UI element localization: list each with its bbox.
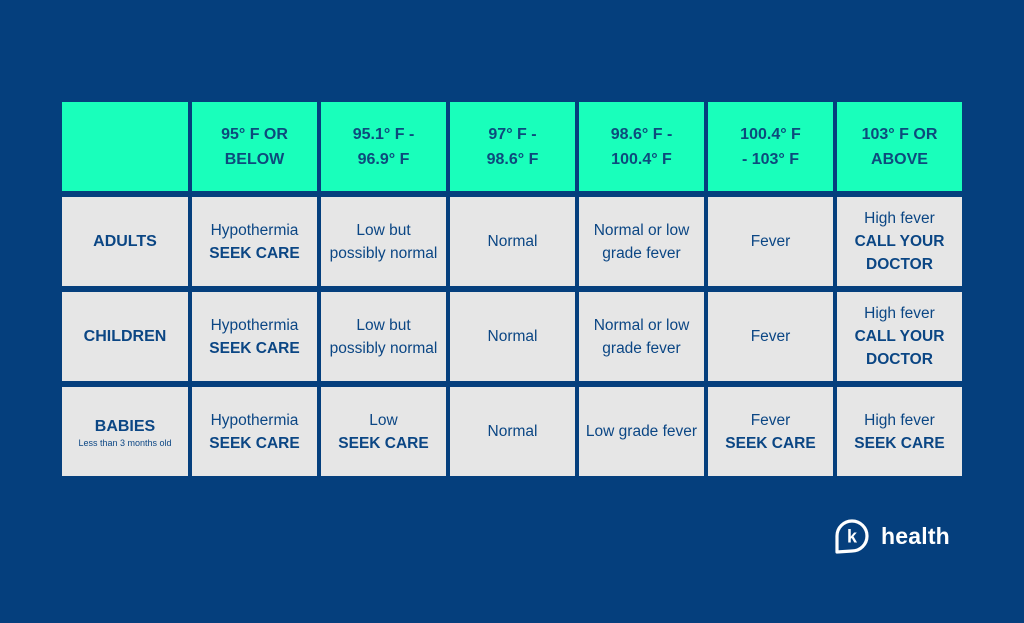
column-header: 97° F - 98.6° F [450, 102, 575, 191]
table-cell: Fever [708, 197, 833, 286]
column-header-line: 100.4° F [740, 125, 801, 143]
cell-action: SEEK CARE [209, 339, 300, 357]
cell-action: SEEK CARE [725, 434, 816, 452]
cell-status: Fever [750, 411, 791, 429]
cell-status: Hypothermia [210, 316, 299, 334]
column-header-line: BELOW [224, 150, 285, 168]
column-header-line: ABOVE [871, 150, 928, 168]
cell-status: Low but possibly normal [329, 316, 438, 357]
table-cell: Low grade fever [579, 387, 704, 476]
table-cell: Hypothermia SEEK CARE [192, 197, 317, 286]
column-header: 103° F OR ABOVE [837, 102, 962, 191]
cell-status: Hypothermia [210, 221, 299, 239]
column-header: 95° F OR BELOW [192, 102, 317, 191]
table-cell: Normal or low grade fever [579, 197, 704, 286]
column-header: 100.4° F - 103° F [708, 102, 833, 191]
column-header-line: 95° F OR [221, 125, 288, 143]
cell-action: SEEK CARE [209, 434, 300, 452]
k-speech-bubble-icon: k [835, 519, 869, 554]
cell-status: Fever [750, 328, 791, 345]
table-cell: High fever CALL YOUR DOCTOR [837, 292, 962, 381]
table-cell: Low SEEK CARE [321, 387, 446, 476]
logo-text: health [881, 522, 950, 549]
table-cell: Fever SEEK CARE [708, 387, 833, 476]
row-label: ADULTS [62, 197, 188, 286]
column-header: 98.6° F - 100.4° F [579, 102, 704, 191]
table-cell: Low but possibly normal [321, 292, 446, 381]
header-corner-cell [62, 102, 188, 191]
table-cell: Normal [450, 387, 575, 476]
cell-status: Low [369, 411, 398, 429]
row-label-text: ADULTS [93, 233, 157, 250]
cell-status: Normal or low grade fever [593, 221, 690, 262]
table-cell: Normal or low grade fever [579, 292, 704, 381]
cell-action: SEEK CARE [338, 434, 429, 452]
logo-letter: k [847, 527, 858, 547]
cell-status: Fever [750, 233, 791, 250]
row-label-text: CHILDREN [83, 328, 167, 345]
cell-action: CALL YOUR DOCTOR [854, 233, 945, 273]
column-header-line: 100.4° F [611, 150, 672, 168]
cell-status: Low grade fever [585, 423, 698, 440]
table-cell: Normal [450, 292, 575, 381]
column-header-line: 98.6° F [486, 150, 539, 168]
column-header-line: - 103° F [741, 150, 800, 168]
column-header-line: 97° F - [488, 125, 537, 143]
table-cell: Hypothermia SEEK CARE [192, 387, 317, 476]
row-sublabel: Less than 3 months old [78, 437, 172, 448]
cell-status: Hypothermia [210, 411, 299, 429]
temperature-table: 95° F OR BELOW 95.1° F - 96.9° F 97° F - 98.6… [62, 102, 962, 477]
cell-action: SEEK CARE [209, 244, 300, 262]
table-cell: High fever SEEK CARE [837, 387, 962, 476]
row-label-text: BABIES [94, 417, 156, 435]
column-header-line: 103° F OR [861, 125, 938, 143]
table-cell: Fever [708, 292, 833, 381]
cell-action: SEEK CARE [854, 434, 945, 452]
cell-status: Low but possibly normal [329, 221, 438, 262]
table-cell: Low but possibly normal [321, 197, 446, 286]
row-label: BABIES Less than 3 months old [62, 387, 188, 476]
cell-action: CALL YOUR DOCTOR [854, 328, 945, 368]
table-cell: High fever CALL YOUR DOCTOR [837, 197, 962, 286]
table-cell: Normal [450, 197, 575, 286]
cell-status: Normal [487, 328, 538, 345]
cell-status: High fever [864, 411, 935, 429]
row-label: CHILDREN [62, 292, 188, 381]
table-cell: Hypothermia SEEK CARE [192, 292, 317, 381]
cell-status: Normal [487, 423, 538, 440]
column-header-line: 98.6° F - [610, 125, 673, 143]
cell-status: Normal or low grade fever [593, 316, 690, 357]
cell-status: High fever [864, 210, 935, 227]
column-header: 95.1° F - 96.9° F [321, 102, 446, 191]
cell-status: High fever [864, 305, 935, 322]
k-health-logo: k health [832, 517, 950, 555]
column-header-line: 96.9° F [357, 150, 410, 168]
cell-status: Normal [487, 233, 538, 250]
column-header-line: 95.1° F - [352, 125, 415, 143]
